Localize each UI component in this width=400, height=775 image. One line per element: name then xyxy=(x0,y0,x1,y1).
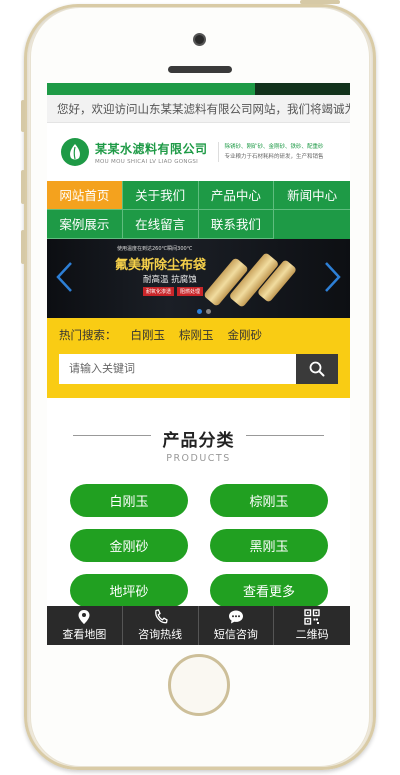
hot-keyword[interactable]: 白刚玉 xyxy=(131,327,166,343)
map-pin-icon xyxy=(78,610,90,624)
home-button[interactable] xyxy=(168,654,230,716)
carousel-dot[interactable] xyxy=(197,309,202,314)
carousel-dots xyxy=(197,309,211,314)
hero-banner: 使用温度在到达260℃瞬间300℃ 氟美斯除尘布袋 耐高温 抗腐蚀 耐氧化渗透 … xyxy=(47,239,350,318)
products-section-title: 产品分类 PRODUCTS xyxy=(47,426,350,464)
nav-item-cases[interactable]: 案例展示 xyxy=(47,210,123,239)
top-color-bar xyxy=(47,83,350,95)
carousel-dot[interactable] xyxy=(206,309,211,314)
nav-item-home[interactable]: 网站首页 xyxy=(47,181,123,210)
search-button[interactable] xyxy=(296,354,338,384)
bottom-action-bar: 查看地图 咨询热线 短信咨询 二维码 xyxy=(47,606,350,645)
tagline-products: 除锈砂、刚矿砂、金刚砂、铁砂、配重砂 xyxy=(224,144,324,150)
category-floor-sand-button[interactable]: 地坪砂 xyxy=(70,574,188,607)
bottom-bar-label: 咨询热线 xyxy=(138,628,183,641)
earpiece-speaker xyxy=(168,66,232,73)
banner-tag: 耐氧化渗透 xyxy=(143,287,175,296)
category-carborundum-button[interactable]: 金刚砂 xyxy=(70,529,188,562)
main-nav: 网站首页 关于我们 产品中心 新闻中心 案例展示 在线留言 联系我们 xyxy=(47,181,350,239)
product-categories: 白刚玉 棕刚玉 金刚砂 黑刚玉 地坪砂 查看更多 xyxy=(47,464,350,607)
banner-tag: 阻燃处理 xyxy=(177,287,204,296)
bottom-bar-label: 二维码 xyxy=(295,628,329,641)
banner-small-text: 使用温度在到达260℃瞬间300℃ xyxy=(117,246,193,252)
front-camera xyxy=(193,33,206,46)
nav-item-news[interactable]: 新闻中心 xyxy=(274,181,350,210)
bottom-bar-label: 短信咨询 xyxy=(213,628,258,641)
category-black-corundum-button[interactable]: 黑刚玉 xyxy=(210,529,328,562)
hotline-button[interactable]: 咨询热线 xyxy=(123,606,199,645)
chevron-left-icon[interactable] xyxy=(55,261,73,299)
company-name: 某某水滤料有限公司 xyxy=(95,141,208,156)
search-section: 热门搜索： 白刚玉 棕刚玉 金刚砂 xyxy=(47,318,350,398)
section-title-en: PRODUCTS xyxy=(166,453,231,464)
section-title-cn: 产品分类 xyxy=(162,431,235,451)
nav-item-products[interactable]: 产品中心 xyxy=(198,181,275,210)
title-divider xyxy=(246,435,324,436)
title-divider xyxy=(73,435,151,436)
search-input[interactable] xyxy=(59,354,296,384)
nav-item-contact[interactable]: 联系我们 xyxy=(198,210,275,239)
nav-item-about[interactable]: 关于我们 xyxy=(122,181,199,210)
qrcode-icon xyxy=(304,609,320,625)
company-name-en: MOU MOU SHICAI LV LIAO GONGSI xyxy=(95,158,199,165)
qrcode-button[interactable]: 二维码 xyxy=(274,606,350,645)
power-button xyxy=(300,0,340,4)
site-header: 某某水滤料有限公司 MOU MOU SHICAI LV LIAO GONGSI … xyxy=(47,123,350,181)
hot-search-row: 热门搜索： 白刚玉 棕刚玉 金刚砂 xyxy=(59,326,338,344)
logo-leaf-icon[interactable] xyxy=(61,138,89,166)
logo-text[interactable]: 某某水滤料有限公司 MOU MOU SHICAI LV LIAO GONGSI xyxy=(95,140,208,165)
hot-search-label: 热门搜索： xyxy=(59,328,117,342)
tagline-description: 专业粮力于石材耗料的研发，生产和销售 xyxy=(224,154,324,160)
welcome-bar: 您好，欢迎访问山东某某滤料有限公司网站，我们将竭诚为 xyxy=(47,95,350,123)
view-map-button[interactable]: 查看地图 xyxy=(47,606,123,645)
header-tagline: 除锈砂、刚矿砂、金刚砂、铁砂、配重砂 专业粮力于石材耗料的研发，生产和销售 xyxy=(217,142,324,162)
search-box xyxy=(59,354,338,384)
volume-up-button xyxy=(21,170,25,204)
mute-switch xyxy=(21,100,25,132)
banner-tags: 耐氧化渗透 阻燃处理 xyxy=(143,287,204,296)
phone-screen: 您好，欢迎访问山东某某滤料有限公司网站，我们将竭诚为 某某水滤料有限公司 MOU… xyxy=(47,83,350,645)
category-white-corundum-button[interactable]: 白刚玉 xyxy=(70,484,188,517)
banner-title: 氟美斯除尘布袋 xyxy=(115,258,207,273)
message-icon xyxy=(228,610,243,624)
bottom-bar-label: 查看地图 xyxy=(62,628,107,641)
nav-item-message[interactable]: 在线留言 xyxy=(122,210,199,239)
category-brown-corundum-button[interactable]: 棕刚玉 xyxy=(210,484,328,517)
hot-keyword[interactable]: 棕刚玉 xyxy=(179,327,214,343)
chevron-right-icon[interactable] xyxy=(324,261,342,299)
phone-icon xyxy=(154,609,168,624)
view-more-button[interactable]: 查看更多 xyxy=(210,574,328,607)
hot-keyword[interactable]: 金刚砂 xyxy=(228,327,263,343)
volume-down-button xyxy=(21,230,25,264)
banner-subtitle: 耐高温 抗腐蚀 xyxy=(143,275,197,285)
search-icon xyxy=(309,361,325,377)
sms-button[interactable]: 短信咨询 xyxy=(199,606,275,645)
